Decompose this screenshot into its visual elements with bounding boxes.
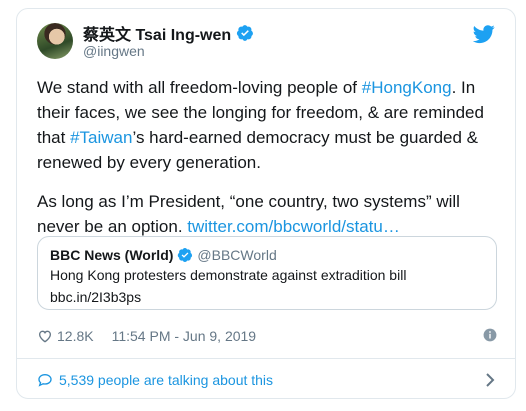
author-name-row[interactable]: 蔡英文 Tsai Ing-wen: [83, 21, 254, 45]
conversation-link[interactable]: 5,539 people are talking about this: [37, 368, 497, 392]
tweet-meta: 12.8K 11:54 PM - Jun 9, 2019: [37, 326, 497, 346]
avatar[interactable]: [37, 23, 73, 59]
hashtag-taiwan-link[interactable]: #Taiwan: [70, 128, 132, 147]
tweet-text: We stand with all freedom-loving people …: [37, 75, 499, 239]
text-segment: We stand with all freedom-loving people …: [37, 78, 362, 97]
tweet-card: 蔡英文 Tsai Ing-wen @iingwen We stand with …: [16, 8, 516, 399]
info-icon[interactable]: [483, 328, 497, 342]
status-url-link[interactable]: twitter.com/bbcworld/statu…: [187, 217, 400, 236]
tweet-paragraph: We stand with all freedom-loving people …: [37, 75, 499, 175]
tweet-header: 蔡英文 Tsai Ing-wen @iingwen: [37, 21, 497, 67]
quoted-author-handle: @BBCWorld: [197, 247, 277, 263]
heart-icon[interactable]: [37, 328, 53, 344]
verified-badge-icon: [237, 25, 254, 41]
timestamp[interactable]: 11:54 PM - Jun 9, 2019: [112, 328, 257, 344]
talking-count[interactable]: 5,539 people are talking about this: [59, 372, 273, 388]
like-count[interactable]: 12.8K: [57, 328, 94, 344]
divider: [17, 358, 515, 359]
quoted-author-name: BBC News (World): [50, 247, 174, 263]
chevron-right-icon[interactable]: [483, 372, 497, 388]
author-name[interactable]: 蔡英文 Tsai Ing-wen: [83, 21, 231, 45]
author-handle[interactable]: @iingwen: [83, 43, 145, 59]
hashtag-hongkong-link[interactable]: #HongKong: [362, 78, 452, 97]
twitter-bird-icon[interactable]: [473, 23, 495, 45]
quoted-tweet-header: BBC News (World) @BBCWorld: [50, 247, 484, 263]
tweet-paragraph: As long as I’m President, “one country, …: [37, 189, 499, 239]
quoted-tweet[interactable]: BBC News (World) @BBCWorld Hong Kong pro…: [37, 236, 497, 310]
quoted-link[interactable]: bbc.in/2I3b3ps: [50, 288, 484, 307]
verified-badge-icon: [178, 248, 193, 262]
quoted-text: Hong Kong protesters demonstrate against…: [50, 267, 407, 283]
comment-bubble-icon: [38, 373, 52, 387]
